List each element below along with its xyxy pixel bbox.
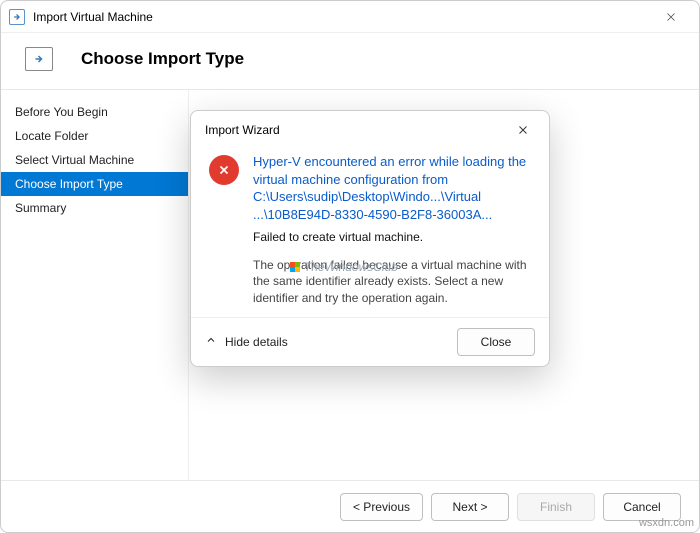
watermark-corner: wsxdn.com xyxy=(639,517,694,529)
error-detail: The operation failed because a virtual m… xyxy=(253,257,531,307)
window-title: Import Virtual Machine xyxy=(33,10,153,24)
page-title: Choose Import Type xyxy=(81,49,244,69)
step-before-you-begin[interactable]: Before You Begin xyxy=(1,100,188,124)
step-select-virtual-machine[interactable]: Select Virtual Machine xyxy=(1,148,188,172)
wizard-steps-sidebar: Before You Begin Locate Folder Select Vi… xyxy=(1,90,189,480)
dialog-title: Import Wizard xyxy=(205,123,280,137)
wizard-header: Choose Import Type xyxy=(1,33,699,90)
previous-button[interactable]: < Previous xyxy=(340,493,423,521)
error-heading: Hyper-V encountered an error while loadi… xyxy=(253,153,531,223)
step-locate-folder[interactable]: Locate Folder xyxy=(1,124,188,148)
chevron-up-icon xyxy=(205,334,217,349)
wizard-footer: < Previous Next > Finish Cancel xyxy=(1,480,699,532)
error-icon xyxy=(209,155,239,185)
page-icon xyxy=(25,47,53,71)
app-icon xyxy=(9,9,25,25)
hide-details-toggle[interactable]: Hide details xyxy=(205,334,288,349)
error-dialog: Import Wizard Hyper-V encountered an err… xyxy=(190,110,550,367)
titlebar: Import Virtual Machine xyxy=(1,1,699,33)
dialog-close-icon[interactable] xyxy=(511,118,535,142)
dialog-titlebar: Import Wizard xyxy=(191,111,549,149)
next-button[interactable]: Next > xyxy=(431,493,509,521)
error-subtitle: Failed to create virtual machine. xyxy=(253,229,531,246)
finish-button: Finish xyxy=(517,493,595,521)
hide-details-label: Hide details xyxy=(225,335,288,349)
dialog-close-button[interactable]: Close xyxy=(457,328,535,356)
step-choose-import-type[interactable]: Choose Import Type xyxy=(1,172,188,196)
window-close-button[interactable] xyxy=(651,3,691,31)
step-summary[interactable]: Summary xyxy=(1,196,188,220)
